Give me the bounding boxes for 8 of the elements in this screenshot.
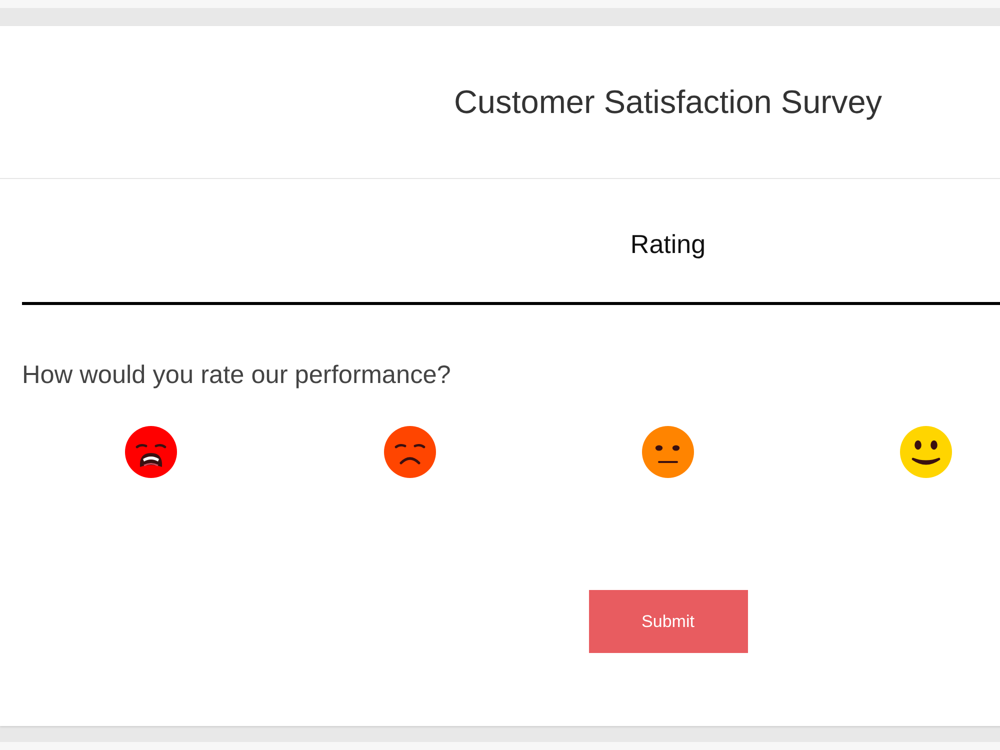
smiling-face-icon[interactable]: [900, 426, 952, 478]
section-heading: Rating: [630, 229, 706, 260]
frowning-face-icon[interactable]: [384, 426, 436, 478]
survey-title: Customer Satisfaction Survey: [454, 84, 882, 120]
question-text: How would you rate our performance?: [22, 361, 451, 390]
weary-face-icon[interactable]: [125, 426, 178, 478]
neutral-face-icon[interactable]: [642, 426, 694, 478]
submit-button[interactable]: Submit: [588, 590, 748, 653]
